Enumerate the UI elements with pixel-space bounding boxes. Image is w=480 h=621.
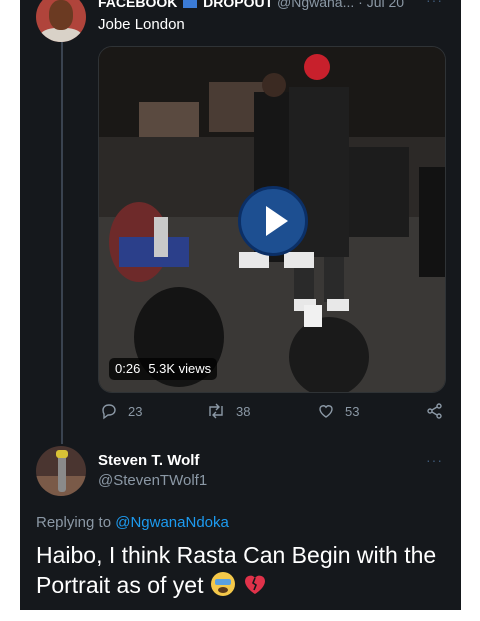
flag-emoji-icon bbox=[183, 0, 198, 8]
video-views: 5.3K views bbox=[148, 361, 212, 376]
video-meta: 0:26 5.3K views bbox=[109, 358, 218, 380]
author-name-suffix: DROPOUT bbox=[203, 0, 274, 10]
tweet-date: · Jul 20 bbox=[358, 0, 405, 10]
avatar-shirt bbox=[40, 28, 82, 42]
reply-author-name[interactable]: Steven T. Wolf bbox=[98, 452, 199, 469]
share-icon bbox=[427, 403, 442, 419]
heart-icon bbox=[319, 405, 333, 418]
avatar-face bbox=[49, 0, 73, 30]
replying-to: Replying to @NgwanaNdoka bbox=[36, 514, 229, 531]
reply-author-avatar[interactable] bbox=[36, 446, 86, 496]
tweet-thread: FACEBOOK DROPOUT @Ngwana... · Jul 20 ···… bbox=[20, 0, 461, 610]
thread-connector-line bbox=[61, 42, 63, 444]
share-button[interactable] bbox=[426, 402, 444, 420]
reply-count: 23 bbox=[128, 403, 143, 419]
avatar-head bbox=[56, 450, 68, 458]
play-button[interactable] bbox=[238, 186, 308, 256]
replying-prefix: Replying to bbox=[36, 514, 112, 531]
video-player[interactable]: 0:26 5.3K views bbox=[98, 46, 446, 393]
reply-text: Haibo, I think Rasta Can Begin with the … bbox=[36, 540, 456, 604]
tweet-text: Jobe London bbox=[98, 16, 185, 33]
retweet-button[interactable]: 38 bbox=[206, 402, 250, 420]
reply-button[interactable]: 23 bbox=[100, 402, 142, 420]
like-count: 53 bbox=[345, 403, 360, 419]
author-handle: @Ngwana... bbox=[277, 0, 355, 10]
author-avatar[interactable] bbox=[36, 0, 86, 42]
more-dots-icon[interactable]: ··· bbox=[426, 0, 443, 8]
reply-author-handle[interactable]: @StevenTWolf1 bbox=[98, 472, 207, 489]
like-button[interactable]: 53 bbox=[317, 402, 359, 420]
reply-icon bbox=[102, 404, 116, 420]
crying-face-emoji bbox=[210, 571, 236, 604]
play-icon bbox=[266, 206, 288, 236]
retweet-count: 38 bbox=[236, 403, 251, 419]
tweet-header[interactable]: FACEBOOK DROPOUT @Ngwana... · Jul 20 bbox=[98, 0, 458, 12]
video-duration: 0:26 bbox=[115, 361, 141, 376]
retweet-icon bbox=[209, 403, 223, 419]
replying-to-link[interactable]: @NgwanaNdoka bbox=[115, 514, 229, 531]
tweet-actions: 23 38 53 bbox=[20, 402, 461, 424]
more-dots-icon[interactable]: ··· bbox=[426, 452, 443, 468]
broken-heart-emoji bbox=[242, 571, 268, 604]
reply-body: Haibo, I think Rasta Can Begin with the … bbox=[36, 542, 437, 598]
author-name: FACEBOOK bbox=[98, 0, 178, 10]
